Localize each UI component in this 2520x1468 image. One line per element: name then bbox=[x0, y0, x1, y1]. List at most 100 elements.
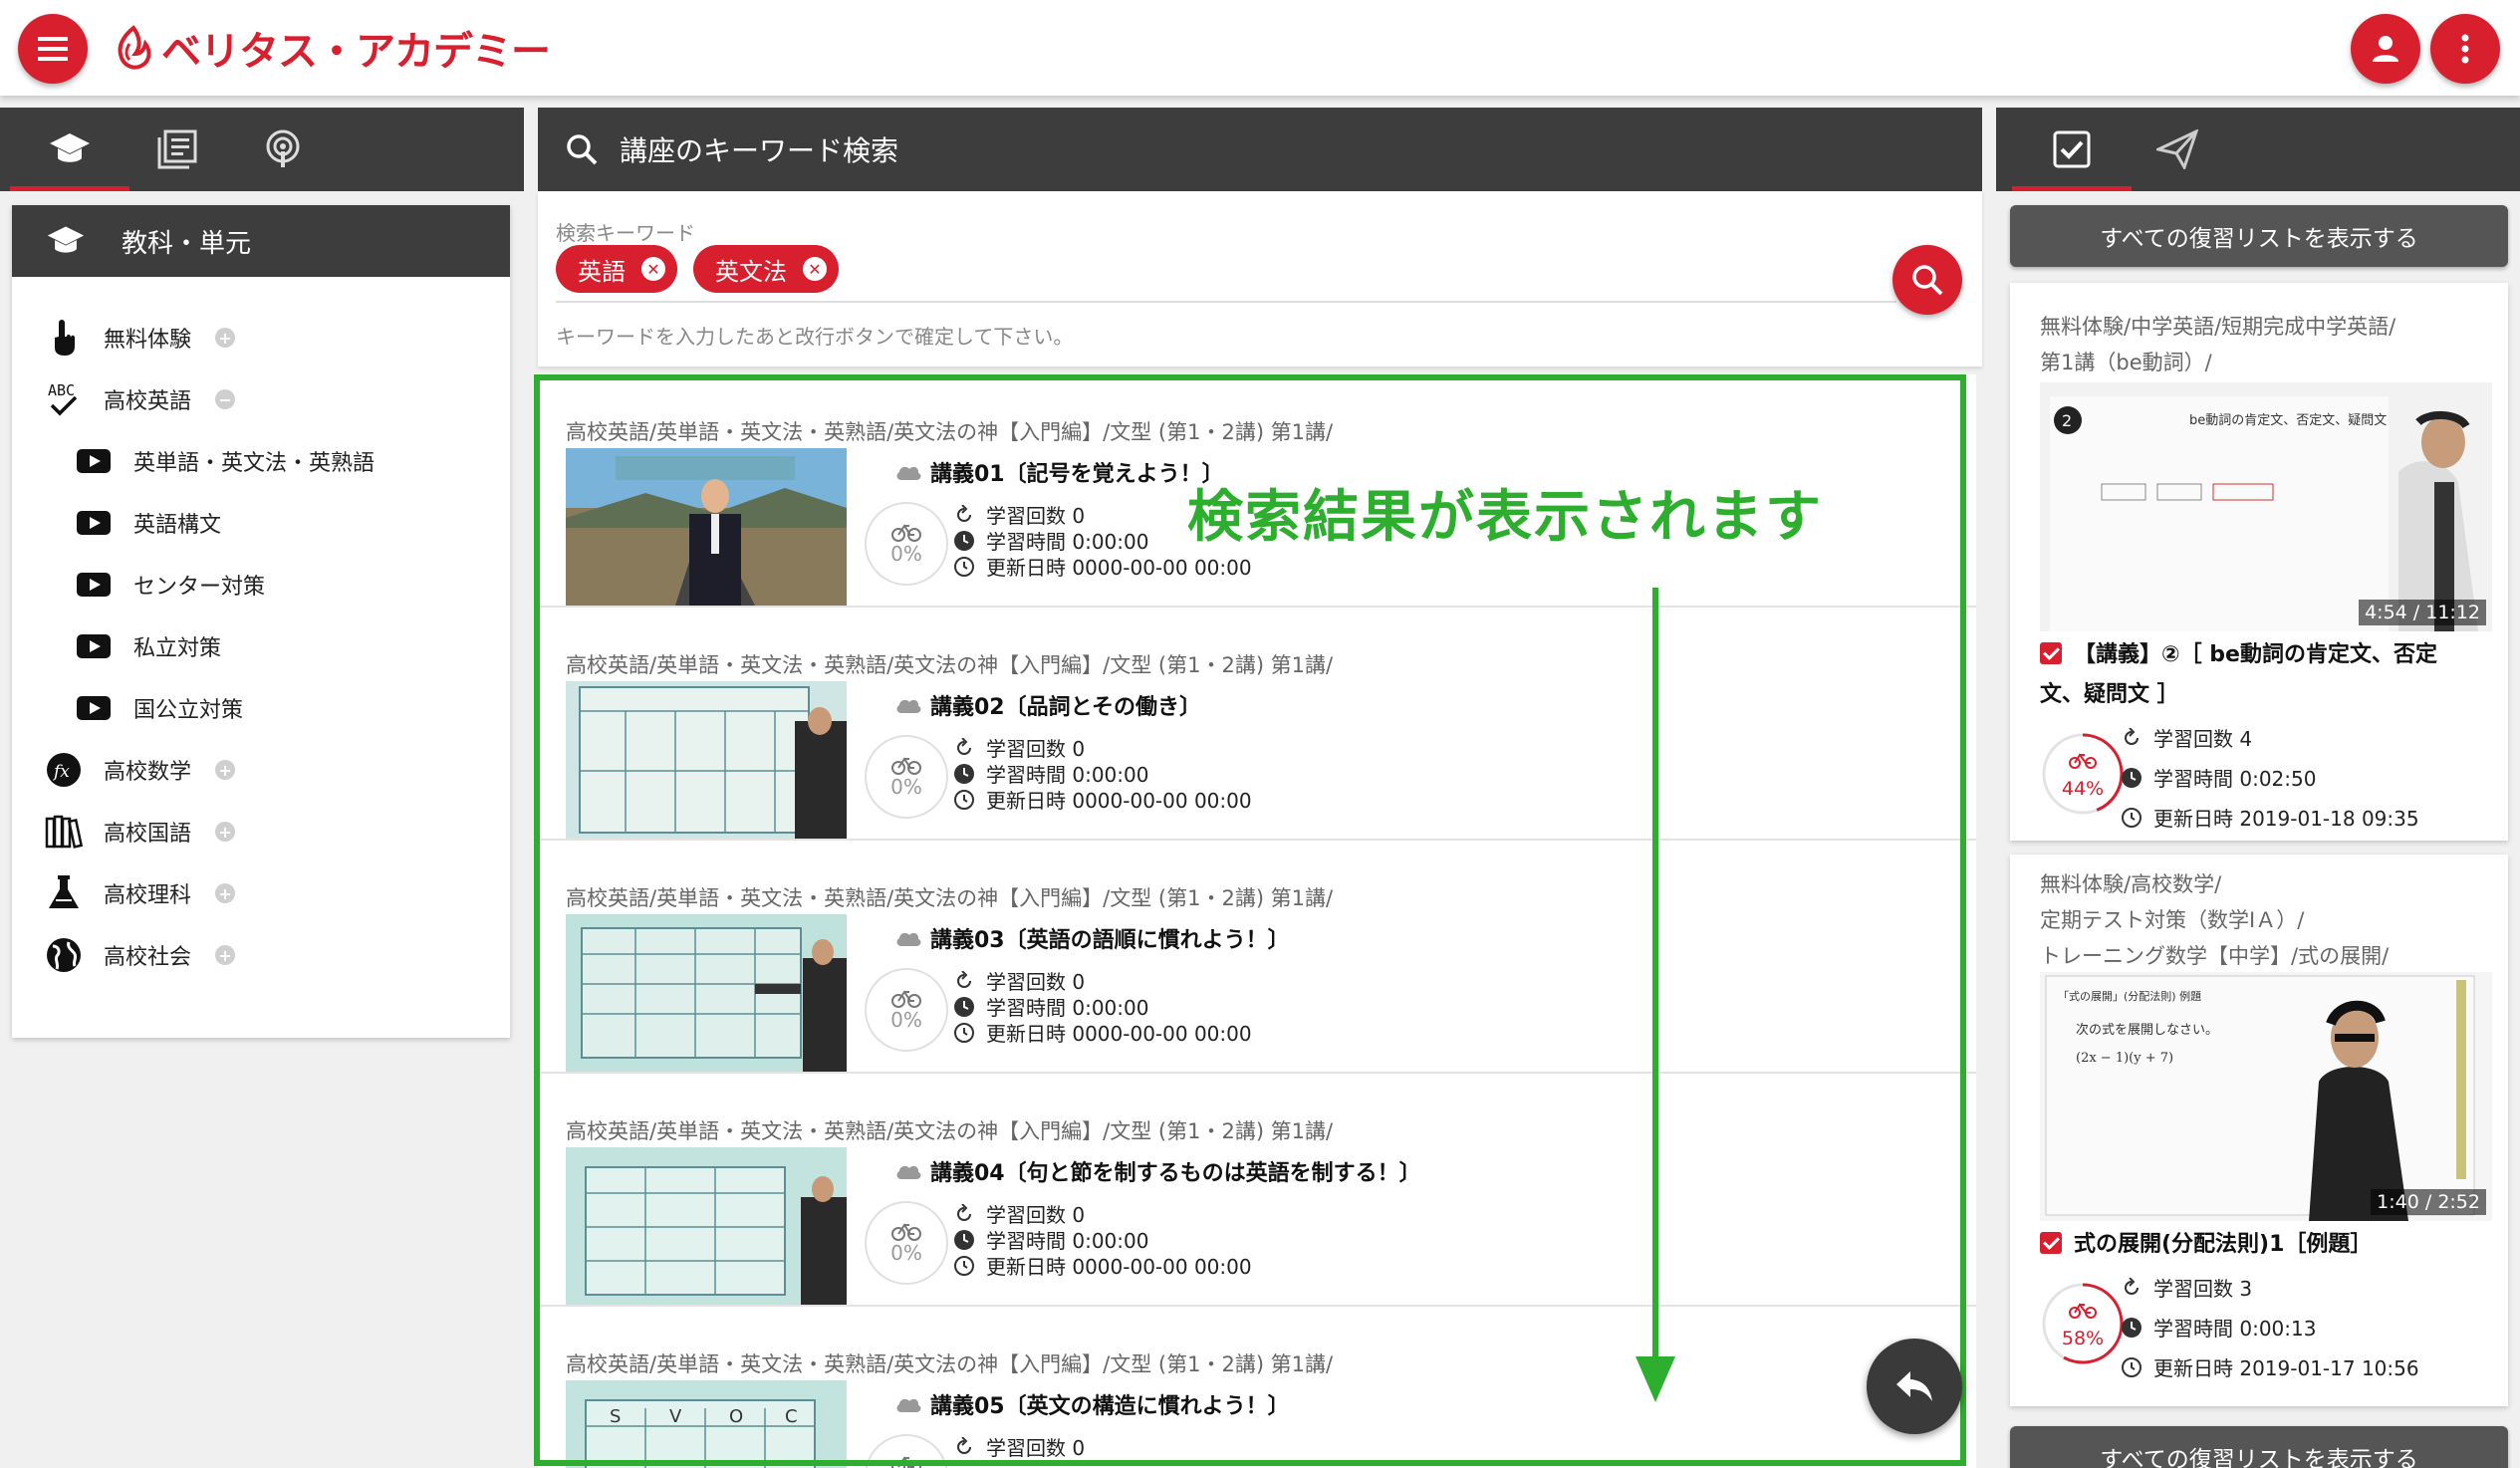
clock-icon bbox=[2120, 766, 2143, 790]
progress-circle: 0% bbox=[865, 735, 948, 819]
clock-icon bbox=[952, 1228, 976, 1252]
cloud-icon bbox=[896, 699, 921, 713]
hamburger-icon bbox=[38, 37, 68, 61]
review-title[interactable]: 【講義】②［ be動詞の肯定文、否定 文、疑問文 ］ bbox=[2040, 635, 2498, 715]
study-count: 学習回数 4 bbox=[2120, 723, 2252, 752]
expand-icon[interactable]: + bbox=[215, 883, 236, 903]
nav-hs-math[interactable]: fx 高校数学 + bbox=[42, 745, 236, 795]
tab-subjects[interactable] bbox=[10, 108, 129, 191]
result-title[interactable]: 講義02〔品詞とその働き〕 bbox=[894, 689, 1201, 721]
result-title[interactable]: 講義05〔英文の構造に慣れよう！〕 bbox=[894, 1388, 1290, 1420]
expand-icon[interactable]: + bbox=[215, 822, 236, 842]
cloud-icon bbox=[896, 932, 921, 946]
podcast-icon bbox=[266, 129, 300, 167]
video-thumbnail[interactable] bbox=[566, 448, 847, 606]
result-title[interactable]: 講義04〔句と節を制するものは英語を制する！〕 bbox=[894, 1155, 1421, 1187]
bicycle-icon bbox=[891, 757, 921, 775]
updated-at: 更新日時 0000-00-00 00:00 bbox=[952, 1018, 1252, 1047]
result-path: 高校英語/英単語・英文法・英熟語/英文法の神【入門編】/文型 (第1・2講) 第… bbox=[566, 1119, 1334, 1143]
result-item[interactable]: 高校英語/英単語・英文法・英熟語/英文法の神【入門編】/文型 (第1・2講) 第… bbox=[538, 1307, 1976, 1468]
video-thumbnail[interactable] bbox=[566, 914, 847, 1072]
result-title[interactable]: 講義03〔英語の語順に慣れよう！〕 bbox=[894, 922, 1290, 954]
nav-sub-sentence-structure[interactable]: 英語構文 bbox=[72, 498, 221, 548]
keyword-chip[interactable]: 英文法 ✕ bbox=[693, 245, 839, 293]
result-item[interactable]: 高校英語/英単語・英文法・英熟語/英文法の神【入門編】/文型 (第1・2講) 第… bbox=[538, 1074, 1976, 1307]
video-thumbnail[interactable]: 2 be動詞の肯定文、否定文、疑問文 4:54 / 11:12 bbox=[2040, 382, 2492, 631]
refresh-icon bbox=[2120, 1276, 2143, 1300]
show-all-review-button-bottom[interactable]: すべての復習リストを表示する bbox=[2010, 1426, 2508, 1468]
expand-icon[interactable]: + bbox=[215, 945, 236, 965]
nav-sub-center-exam[interactable]: センター対策 bbox=[72, 560, 265, 610]
clock-icon bbox=[952, 995, 976, 1019]
tab-review-list[interactable] bbox=[2012, 108, 2132, 191]
refresh-icon bbox=[952, 969, 976, 993]
tab-books[interactable] bbox=[118, 108, 237, 191]
search-submit-button[interactable] bbox=[1892, 245, 1962, 315]
left-tab-bar bbox=[0, 108, 524, 191]
clock-icon bbox=[2120, 1316, 2143, 1340]
result-path: 高校英語/英単語・英文法・英熟語/英文法の神【入門編】/文型 (第1・2講) 第… bbox=[566, 420, 1334, 444]
person-icon bbox=[2373, 36, 2398, 62]
video-thumbnail[interactable]: SVOC bbox=[566, 1380, 847, 1468]
nav-hs-social[interactable]: 高校社会 + bbox=[42, 930, 236, 980]
review-title[interactable]: 式の展開(分配法則)1［例題］ bbox=[2040, 1225, 2498, 1265]
play-icon bbox=[72, 624, 116, 668]
chip-remove-icon[interactable]: ✕ bbox=[641, 257, 665, 281]
checked-checkbox-icon[interactable] bbox=[2040, 1232, 2062, 1254]
chip-remove-icon[interactable]: ✕ bbox=[803, 257, 827, 281]
nav-hs-science[interactable]: 高校理科 + bbox=[42, 868, 236, 918]
subject-panel: 教科・単元 無料体験 + ABC 高校英語 − 英単語・英文法・英熟語 英語構文… bbox=[12, 205, 510, 1038]
checked-checkbox-icon[interactable] bbox=[2040, 642, 2062, 664]
nav-label: 高校数学 bbox=[104, 760, 192, 785]
nav-hs-japanese[interactable]: 高校国語 + bbox=[42, 807, 236, 856]
clock-icon bbox=[952, 529, 976, 553]
updated-at: 更新日時 0000-00-00 00:00 bbox=[952, 785, 1252, 814]
clock-icon bbox=[952, 762, 976, 786]
user-button[interactable] bbox=[2351, 14, 2420, 84]
fx-icon: fx bbox=[42, 748, 86, 792]
nav-label: 私立対策 bbox=[133, 636, 222, 661]
show-all-review-button[interactable]: すべての復習リストを表示する bbox=[2010, 205, 2508, 267]
study-time: 学習時間 0:02:50 bbox=[2120, 763, 2316, 792]
nav-sub-private[interactable]: 私立対策 bbox=[72, 621, 221, 671]
back-button[interactable] bbox=[1867, 1339, 1962, 1434]
keyword-label: 検索キーワード bbox=[556, 221, 695, 245]
nav-free-trial[interactable]: 無料体験 + bbox=[42, 313, 236, 363]
review-card[interactable]: 無料体験/高校数学/ 定期テスト対策（数学ⅠＡ）/ トレーニング数学【中学】/式… bbox=[2010, 855, 2508, 1406]
search-placeholder: 講座のキーワード検索 bbox=[620, 134, 899, 167]
expand-icon[interactable]: + bbox=[215, 760, 236, 780]
keyword-input-underline[interactable] bbox=[556, 301, 1896, 303]
study-count: 学習回数 0 bbox=[952, 966, 1085, 995]
video-thumbnail[interactable] bbox=[566, 1147, 847, 1305]
video-thumbnail[interactable] bbox=[566, 681, 847, 839]
svg-text:次の式を展開しなさい。: 次の式を展開しなさい。 bbox=[2076, 1022, 2218, 1038]
expand-icon[interactable]: + bbox=[215, 328, 236, 348]
nav-sub-national[interactable]: 国公立対策 bbox=[72, 683, 243, 733]
cloud-icon bbox=[896, 466, 921, 480]
refresh-icon bbox=[2120, 726, 2143, 750]
result-item[interactable]: 高校英語/英単語・英文法・英熟語/英文法の神【入門編】/文型 (第1・2講) 第… bbox=[538, 841, 1976, 1074]
video-thumbnail[interactable]: 「式の展開」(分配法則) 例題 次の式を展開しなさい。 (2x − 1)(y + 7… bbox=[2040, 972, 2492, 1221]
review-card[interactable]: 無料体験/中学英語/短期完成中学英語/ 第1講（be動詞）/ 2 be動詞の肯定文… bbox=[2010, 283, 2508, 841]
menu-button[interactable] bbox=[18, 14, 88, 84]
result-item[interactable]: 高校英語/英単語・英文法・英熟語/英文法の神【入門編】/文型 (第1・2講) 第… bbox=[538, 608, 1976, 841]
result-title[interactable]: 講義01〔記号を覚えよう！〕 bbox=[894, 456, 1224, 488]
progress-text: 0% bbox=[890, 542, 922, 566]
tab-podcast[interactable] bbox=[223, 108, 343, 191]
keyword-chip[interactable]: 英語 ✕ bbox=[556, 245, 677, 293]
nav-hs-english[interactable]: ABC 高校英語 − bbox=[42, 374, 236, 424]
progress-circle: 0% bbox=[865, 502, 948, 586]
keyword-search-bar[interactable]: 講座のキーワード検索 bbox=[538, 108, 1982, 191]
tab-send[interactable] bbox=[2118, 108, 2237, 191]
flame-logo-icon bbox=[118, 25, 151, 70]
svg-text:be動詞の肯定文、否定文、疑問文: be動詞の肯定文、否定文、疑問文 bbox=[2189, 412, 2387, 428]
video-duration: 1:40 / 2:52 bbox=[2371, 1189, 2486, 1215]
more-button[interactable] bbox=[2430, 14, 2500, 84]
history-icon bbox=[952, 1021, 976, 1045]
nav-sub-vocab-grammar[interactable]: 英単語・英文法・英熟語 bbox=[72, 436, 375, 486]
study-count: 学習回数 0 bbox=[952, 1432, 1085, 1461]
brand-logo[interactable]: ベリタス・アカデミー bbox=[112, 16, 551, 80]
bicycle-icon bbox=[891, 1223, 921, 1241]
svg-text:fx: fx bbox=[52, 762, 70, 782]
collapse-icon[interactable]: − bbox=[215, 389, 236, 409]
